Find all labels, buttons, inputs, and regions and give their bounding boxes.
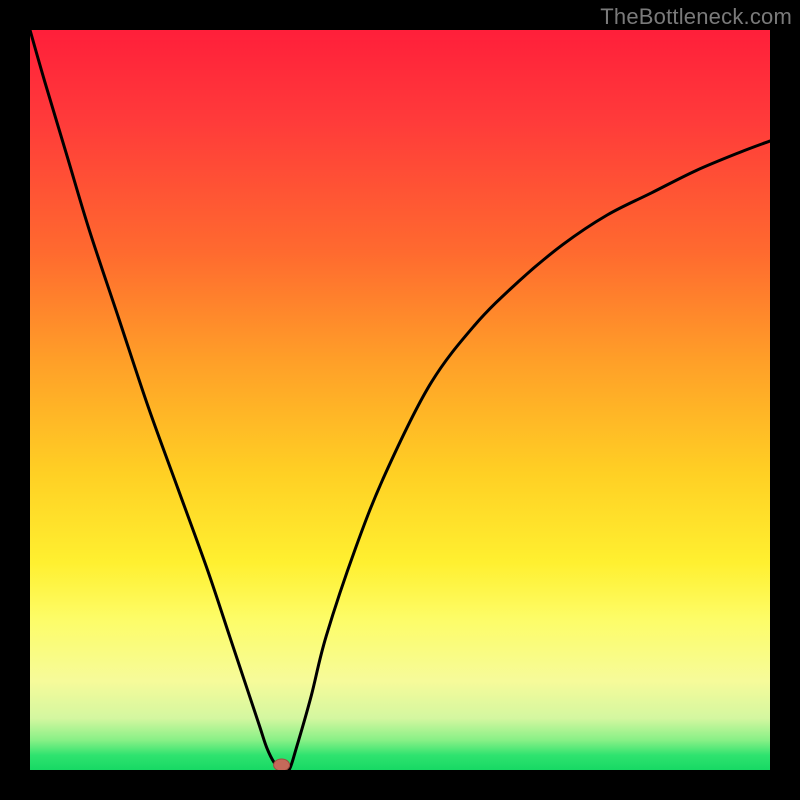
watermark-text: TheBottleneck.com xyxy=(600,4,792,30)
chart-frame: TheBottleneck.com xyxy=(0,0,800,800)
curve-layer xyxy=(30,30,770,770)
plot-area xyxy=(30,30,770,770)
bottleneck-curve xyxy=(30,30,770,770)
minimum-marker xyxy=(274,759,290,770)
